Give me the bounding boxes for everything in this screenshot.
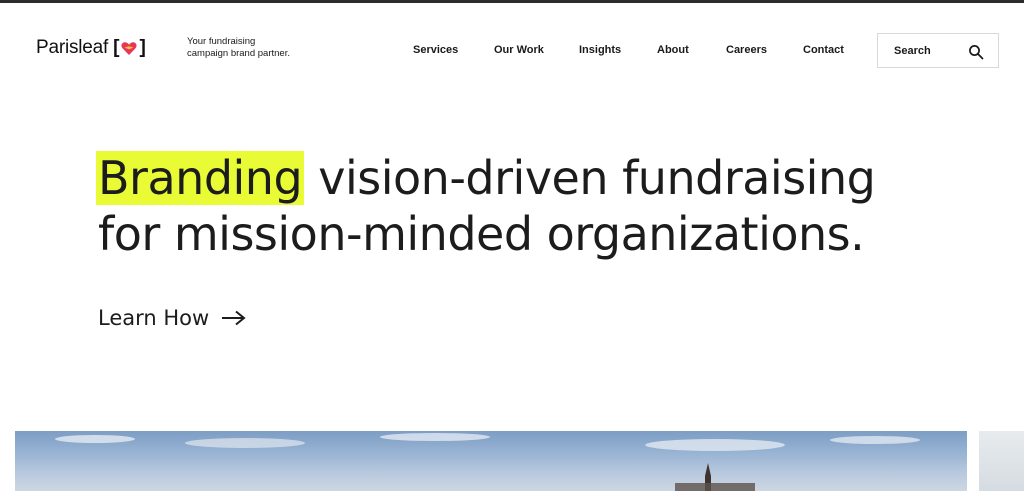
nav-insights[interactable]: Insights xyxy=(579,44,621,56)
brand-tagline: Your fundraising campaign brand partner. xyxy=(187,36,317,60)
logo-link[interactable]: Parisleaf [ ] xyxy=(36,37,146,59)
tagline-line-1: Your fundraising xyxy=(187,36,256,47)
headline-line-1-rest: vision-driven fundraising xyxy=(304,151,876,205)
hero-photo xyxy=(15,431,967,491)
nav-contact[interactable]: Contact xyxy=(803,44,844,56)
headline-highlight: Branding xyxy=(96,151,305,205)
hero-headline: Branding vision-driven fundraising for m… xyxy=(96,150,978,262)
search-label: Search xyxy=(894,45,931,57)
search-icon[interactable] xyxy=(968,44,984,60)
logo-wordmark: Parisleaf xyxy=(36,37,109,58)
logo-heart-mark: [ ] xyxy=(113,37,146,58)
nav-services[interactable]: Services xyxy=(413,44,458,56)
nav-our-work[interactable]: Our Work xyxy=(494,44,544,56)
tagline-line-2: campaign brand partner. xyxy=(187,48,290,59)
site-header: Parisleaf [ ] Your fundraising campaign … xyxy=(0,3,1024,93)
search-box[interactable]: Search xyxy=(877,33,999,68)
heart-icon xyxy=(121,41,137,55)
hero-section: Branding vision-driven fundraising for m… xyxy=(96,150,978,262)
nav-careers[interactable]: Careers xyxy=(726,44,767,56)
secondary-photo xyxy=(979,431,1024,491)
arrow-right-icon xyxy=(222,310,246,326)
headline-line-2: for mission-minded organizations. xyxy=(98,207,865,261)
nav-about[interactable]: About xyxy=(657,44,689,56)
city-skyline-image xyxy=(55,433,920,491)
learn-how-link[interactable]: Learn How xyxy=(98,306,247,330)
learn-how-label: Learn How xyxy=(98,306,210,330)
